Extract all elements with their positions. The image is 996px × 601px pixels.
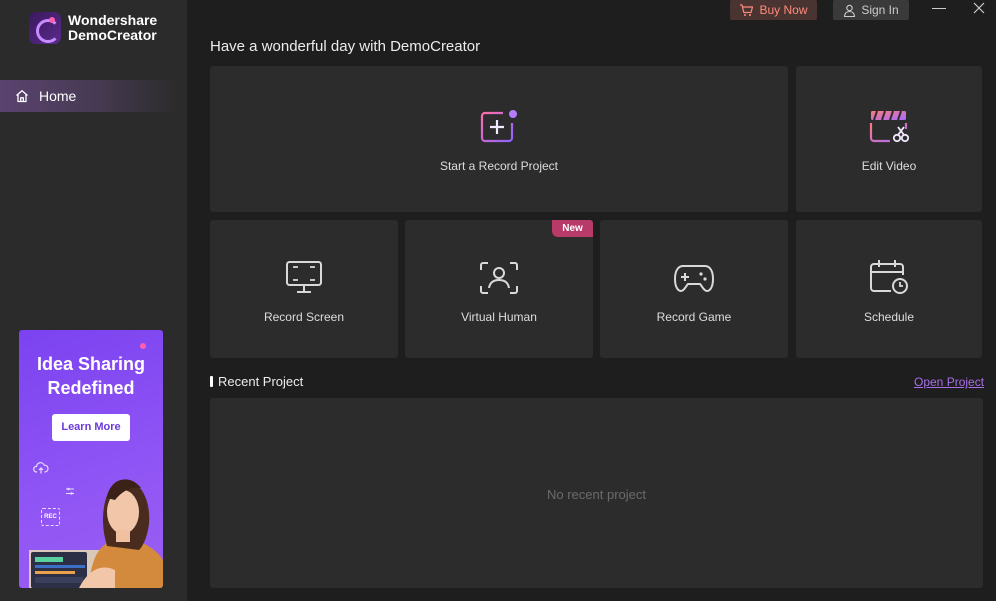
schedule-card[interactable]: Schedule	[796, 220, 982, 358]
open-project-link[interactable]: Open Project	[914, 375, 984, 389]
gamepad-icon	[673, 265, 715, 293]
monitor-icon	[286, 261, 322, 293]
greeting-title: Have a wonderful day with DemoCreator	[210, 38, 481, 55]
calendar-clock-icon	[870, 260, 908, 294]
brand-name: Wondershare DemoCreator	[68, 13, 157, 43]
new-badge: New	[552, 220, 593, 237]
virtual-human-card[interactable]: New Virtual Human	[405, 220, 593, 358]
brand-line1: Wondershare	[68, 12, 158, 28]
close-icon	[973, 2, 985, 14]
recent-project-panel: No recent project	[210, 398, 983, 588]
learn-more-button[interactable]: Learn More	[52, 414, 130, 441]
promo-title-line1: Idea Sharing	[36, 354, 146, 374]
record-game-card[interactable]: Record Game	[600, 220, 788, 358]
promo-title: Idea Sharing Redefined	[19, 352, 163, 400]
sidebar-item-label: Home	[39, 88, 77, 104]
promo-title-line2: Redefined	[47, 378, 135, 398]
add-record-icon	[480, 110, 517, 143]
card-label: Edit Video	[861, 159, 917, 173]
democreator-logo-icon	[29, 12, 61, 44]
card-label: Schedule	[863, 310, 915, 324]
minimize-button[interactable]	[926, 0, 952, 18]
minimize-icon	[932, 8, 946, 9]
buy-now-button[interactable]: Buy Now	[730, 0, 817, 20]
cart-icon	[740, 3, 754, 16]
card-label: Virtual Human	[461, 310, 537, 324]
virtual-human-icon	[480, 262, 518, 294]
heading-accent-bar	[210, 376, 213, 387]
card-label: Record Game	[656, 310, 732, 324]
promo-banner[interactable]: Idea Sharing Redefined Learn More REC	[19, 330, 163, 588]
close-button[interactable]	[966, 0, 992, 18]
card-label: Record Screen	[263, 310, 345, 324]
woman-illustration	[29, 479, 163, 588]
empty-state-text: No recent project	[547, 487, 646, 502]
user-icon	[844, 4, 856, 17]
buy-now-label: Buy Now	[759, 3, 808, 17]
sidebar: Wondershare DemoCreator Home Idea Sharin…	[0, 0, 187, 601]
sign-in-button[interactable]: Sign In	[833, 0, 909, 20]
brand: Wondershare DemoCreator	[29, 12, 157, 44]
sign-in-label: Sign In	[861, 3, 899, 17]
edit-video-icon	[869, 110, 910, 143]
recent-project-heading: Recent Project	[210, 374, 303, 389]
start-record-project-card[interactable]: Start a Record Project	[210, 66, 788, 212]
decor-dot	[140, 343, 146, 349]
brand-line2: DemoCreator	[68, 27, 157, 43]
recent-project-title: Recent Project	[218, 374, 304, 389]
card-label: Start a Record Project	[439, 159, 559, 173]
home-icon	[16, 90, 28, 103]
sidebar-item-home[interactable]: Home	[0, 80, 178, 112]
record-screen-card[interactable]: Record Screen	[210, 220, 398, 358]
edit-video-card[interactable]: Edit Video	[796, 66, 982, 212]
